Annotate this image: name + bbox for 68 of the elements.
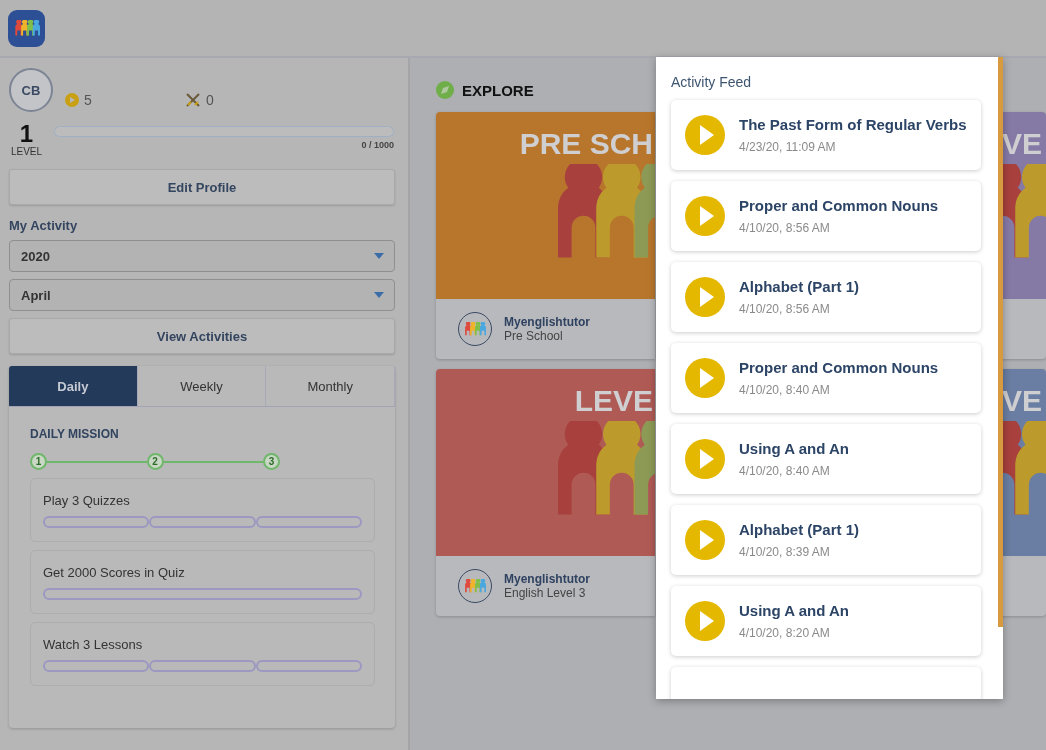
task-label: Play 3 Quizzes: [43, 493, 131, 508]
play-icon: [685, 439, 725, 479]
feed-item[interactable]: Proper and Common Nouns 4/10/20, 8:56 AM: [671, 181, 981, 251]
level-label: LEVEL: [10, 146, 43, 157]
lesson-title: The Past Form of Regular Verbs: [739, 116, 967, 134]
period-tab[interactable]: Weekly: [137, 366, 267, 406]
banner-title: LEVE: [574, 383, 653, 419]
step-marker: 3: [263, 453, 280, 470]
feed-title: Activity Feed: [671, 74, 752, 90]
period-tab[interactable]: Monthly: [266, 366, 395, 406]
mission-title: DAILY MISSION: [30, 427, 120, 441]
lesson-time: 4/10/20, 8:20 AM: [739, 626, 831, 640]
avatar-initials[interactable]: CB: [9, 68, 53, 112]
dropdown-select[interactable]: April: [9, 279, 395, 311]
lesson-time: 4/10/20, 8:39 AM: [739, 545, 831, 559]
compass-icon: [436, 81, 454, 99]
feed-item[interactable]: The Past Form of Regular Verbs 4/23/20, 11:09 AM: [671, 100, 981, 170]
course-card[interactable]: LEVE Myenglishtutor English Level 3: [436, 369, 655, 616]
play-icon: [685, 520, 725, 560]
period-tab[interactable]: Daily: [9, 366, 138, 406]
step-marker: 1: [30, 453, 47, 470]
lesson-time: 4/10/20, 8:56 AM: [739, 302, 831, 316]
app-logo[interactable]: [8, 9, 45, 47]
battle-count: 0: [206, 92, 214, 108]
xp-reading: 0 / 1000: [361, 140, 394, 150]
feed-item[interactable]: Alphabet (Part 1) 4/10/20, 8:39 AM: [671, 505, 981, 575]
view-activities-button[interactable]: View Activities: [9, 318, 395, 354]
publisher-name: Myenglishtutor: [504, 315, 590, 329]
lesson-title: Using A and An: [739, 602, 849, 620]
lesson-time: 4/10/20, 8:40 AM: [739, 464, 831, 478]
play-icon: [685, 277, 725, 317]
lesson-time: 4/23/20, 11:09 AM: [739, 140, 837, 154]
feed-item[interactable]: Proper and Common Nouns 4/10/20, 8:40 AM: [671, 343, 981, 413]
level-number: 1: [19, 122, 34, 146]
lesson-title: Proper and Common Nouns: [739, 359, 939, 377]
play-icon: [685, 196, 725, 236]
feed-item[interactable]: Alphabet (Part 1) 4/10/20, 8:56 AM: [671, 262, 981, 332]
task-label: Get 2000 Scores in Quiz: [43, 565, 186, 580]
banner-title: PRE SCH: [519, 126, 653, 162]
section-title: EXPLORE: [462, 81, 534, 99]
crossed-swords-icon: [185, 92, 201, 108]
scrollbar-thumb[interactable]: [998, 57, 1003, 627]
course-name: English Level 3: [504, 586, 587, 600]
lesson-title: Using A and An: [739, 440, 849, 458]
banner-title: VE: [1002, 383, 1043, 419]
play-icon: [685, 115, 725, 155]
lesson-title: Proper and Common Nouns: [739, 197, 939, 215]
feed-item[interactable]: Using A and An 4/10/20, 8:40 AM: [671, 424, 981, 494]
edit-profile-button[interactable]: Edit Profile: [9, 169, 395, 205]
lesson-title: Alphabet (Part 1): [739, 521, 859, 539]
dropdown-select[interactable]: 2020: [9, 240, 395, 272]
play-coin-icon: [65, 93, 79, 107]
banner-title: VE: [1002, 126, 1043, 162]
caret-icon: [374, 292, 384, 298]
task-label: Watch 3 Lessons: [43, 637, 144, 652]
caret-icon: [374, 253, 384, 259]
course-name: Pre School: [504, 329, 564, 343]
step-marker: 2: [146, 453, 164, 470]
publisher-name: Myenglishtutor: [504, 572, 590, 586]
play-icon: [685, 601, 725, 641]
course-card[interactable]: PRE SCH Myenglishtutor Pre School: [436, 112, 655, 359]
section-title: My Activity: [9, 218, 78, 233]
play-icon: [685, 358, 725, 398]
lesson-title: Alphabet (Part 1): [739, 278, 859, 296]
coin-count: 5: [84, 92, 92, 108]
feed-item[interactable]: Using A and An 4/10/20, 8:20 AM: [671, 586, 981, 656]
lesson-time: 4/10/20, 8:40 AM: [739, 383, 831, 397]
lesson-time: 4/10/20, 8:56 AM: [739, 221, 831, 235]
